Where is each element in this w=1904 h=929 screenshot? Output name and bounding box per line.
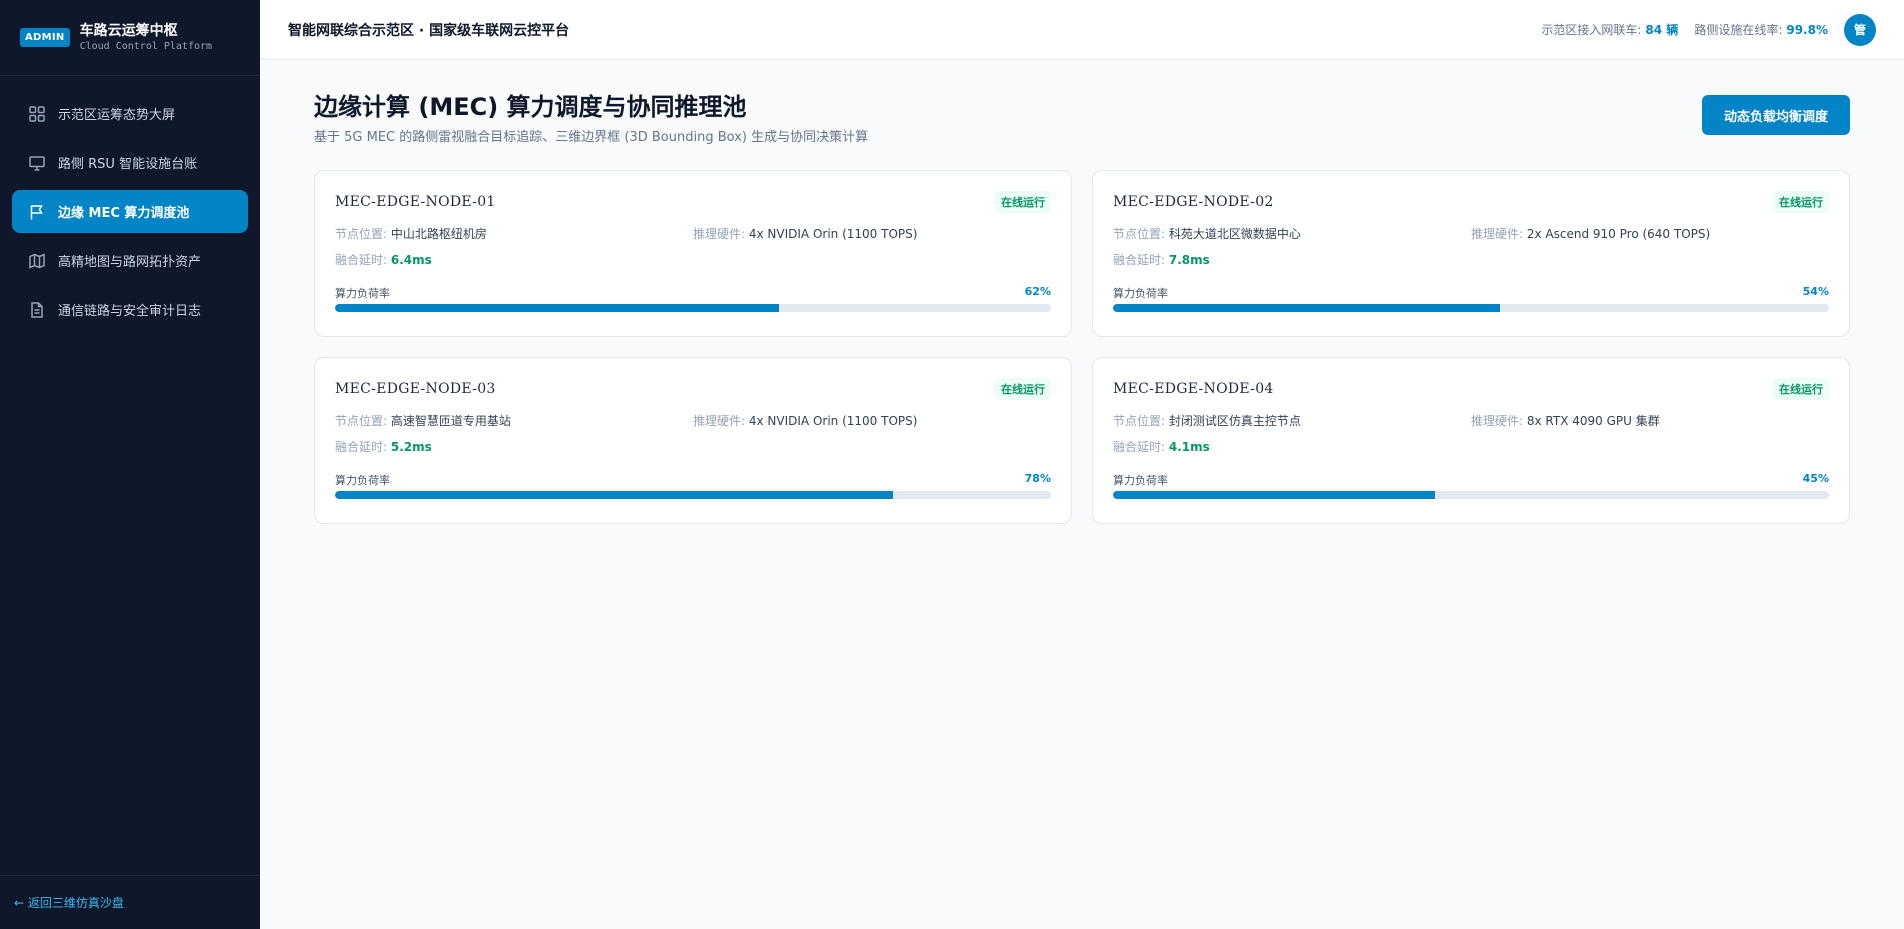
sidebar-item-label: 高精地图与路网拓扑资产: [58, 255, 202, 270]
location-label: 节点位置:: [335, 414, 388, 428]
sidebar-item-dashboard[interactable]: 示范区运筹态势大屏: [12, 92, 248, 135]
load-percent: 54%: [1802, 285, 1829, 298]
location-value: 封闭测试区仿真主控节点: [1168, 414, 1301, 428]
latency-label: 融合延时:: [1113, 253, 1166, 267]
sidebar-item-logs[interactable]: 通信链路与安全审计日志: [12, 288, 248, 331]
node-grid: MEC-EDGE-NODE-01 在线运行 节点位置: 中山北路枢纽机房 推理硬…: [314, 170, 1850, 524]
sidebar: ADMIN 车路云运筹中枢 Cloud Control Platform 示范区…: [0, 0, 260, 929]
sidebar-nav: 示范区运筹态势大屏 路侧 RSU 智能设施台账 边缘 MEC 算力调度池 高精地…: [0, 76, 260, 331]
node-id: MEC-EDGE-NODE-01: [335, 194, 496, 210]
brand: ADMIN 车路云运筹中枢 Cloud Control Platform: [0, 0, 260, 76]
brand-title: 车路云运筹中枢: [79, 23, 178, 39]
location-value: 中山北路枢纽机房: [390, 227, 487, 241]
location-value: 高速智慧匝道专用基站: [390, 414, 511, 428]
stat-value: 84 辆: [1645, 23, 1679, 37]
load-progress-fill: [1113, 304, 1500, 312]
sidebar-item-label: 示范区运筹态势大屏: [58, 108, 176, 123]
sidebar-item-map[interactable]: 高精地图与路网拓扑资产: [12, 239, 248, 282]
sidebar-item-label: 路侧 RSU 智能设施台账: [58, 157, 198, 172]
load-percent: 62%: [1024, 285, 1051, 298]
hardware-value: 4x NVIDIA Orin (1100 TOPS): [748, 227, 918, 241]
latency-label: 融合延时:: [335, 440, 388, 454]
load-label: 算力负荷率: [335, 287, 390, 300]
avatar[interactable]: 管: [1844, 13, 1876, 46]
node-card[interactable]: MEC-EDGE-NODE-04 在线运行 节点位置: 封闭测试区仿真主控节点 …: [1092, 357, 1850, 524]
location-label: 节点位置:: [1113, 227, 1166, 241]
load-label: 算力负荷率: [1113, 287, 1168, 300]
top-header: 智能网联综合示范区 · 国家级车联网云控平台 示范区接入网联车: 84 辆 路侧设…: [260, 0, 1904, 60]
latency-label: 融合延时:: [1113, 440, 1166, 454]
hardware-value: 4x NVIDIA Orin (1100 TOPS): [748, 414, 918, 428]
node-id: MEC-EDGE-NODE-02: [1113, 194, 1274, 210]
header-stats: 示范区接入网联车: 84 辆 路侧设施在线率: 99.8% 管: [1525, 13, 1876, 46]
load-progress-fill: [335, 491, 894, 499]
dynamic-load-balance-button[interactable]: 动态负载均衡调度: [1702, 95, 1850, 135]
page-header: 边缘计算 (MEC) 算力调度与协同推理池 基于 5G MEC 的路侧雷视融合目…: [314, 60, 1850, 170]
latency-label: 融合延时:: [335, 253, 388, 267]
platform-title: 智能网联综合示范区 · 国家级车联网云控平台: [288, 22, 570, 39]
node-card[interactable]: MEC-EDGE-NODE-02 在线运行 节点位置: 科苑大道北区微数据中心 …: [1092, 170, 1850, 337]
sidebar-item-label: 边缘 MEC 算力调度池: [58, 206, 190, 221]
hardware-label: 推理硬件:: [693, 414, 746, 428]
latency-value: 5.2ms: [390, 440, 432, 454]
brand-text: 车路云运筹中枢 Cloud Control Platform: [80, 22, 212, 53]
location-label: 节点位置:: [1113, 414, 1166, 428]
hardware-value: 8x RTX 4090 GPU 集群: [1526, 414, 1660, 428]
load-percent: 78%: [1024, 472, 1051, 485]
connected-vehicles-stat: 示范区接入网联车: 84 辆: [1541, 21, 1678, 38]
status-badge: 在线运行: [1773, 191, 1829, 213]
status-badge: 在线运行: [995, 191, 1051, 213]
hardware-label: 推理硬件:: [1471, 414, 1524, 428]
load-progress-bar: [1113, 491, 1829, 499]
load-progress-fill: [335, 304, 779, 312]
admin-badge: ADMIN: [20, 28, 70, 47]
main-content: 边缘计算 (MEC) 算力调度与协同推理池 基于 5G MEC 的路侧雷视融合目…: [314, 60, 1850, 524]
location-value: 科苑大道北区微数据中心: [1168, 227, 1301, 241]
monitor-icon: [28, 154, 46, 172]
sidebar-footer: ← 返回三维仿真沙盘: [0, 875, 260, 929]
load-progress-bar: [335, 491, 1051, 499]
node-id: MEC-EDGE-NODE-04: [1113, 381, 1274, 397]
load-label: 算力负荷率: [1113, 474, 1168, 487]
status-badge: 在线运行: [995, 378, 1051, 400]
load-progress-bar: [1113, 304, 1829, 312]
node-card[interactable]: MEC-EDGE-NODE-03 在线运行 节点位置: 高速智慧匝道专用基站 推…: [314, 357, 1072, 524]
hardware-label: 推理硬件:: [1471, 227, 1524, 241]
stat-value: 99.8%: [1786, 23, 1828, 37]
node-card[interactable]: MEC-EDGE-NODE-01 在线运行 节点位置: 中山北路枢纽机房 推理硬…: [314, 170, 1072, 337]
stat-label: 路侧设施在线率:: [1694, 23, 1783, 37]
stat-label: 示范区接入网联车:: [1541, 23, 1642, 37]
map-icon: [28, 252, 46, 270]
rsu-online-rate-stat: 路侧设施在线率: 99.8%: [1694, 21, 1828, 38]
latency-value: 6.4ms: [390, 253, 432, 267]
location-label: 节点位置:: [335, 227, 388, 241]
node-id: MEC-EDGE-NODE-03: [335, 381, 496, 397]
hardware-label: 推理硬件:: [693, 227, 746, 241]
page-title: 边缘计算 (MEC) 算力调度与协同推理池: [314, 93, 747, 121]
sidebar-item-label: 通信链路与安全审计日志: [58, 304, 202, 319]
sidebar-item-mec[interactable]: 边缘 MEC 算力调度池: [12, 190, 248, 233]
brand-subtitle: Cloud Control Platform: [79, 41, 213, 52]
load-progress-bar: [335, 304, 1051, 312]
flag-icon: [28, 203, 46, 221]
grid-icon: [28, 105, 46, 123]
sidebar-item-rsu[interactable]: 路侧 RSU 智能设施台账: [12, 141, 248, 184]
load-percent: 45%: [1802, 472, 1829, 485]
document-icon: [28, 301, 46, 319]
hardware-value: 2x Ascend 910 Pro (640 TOPS): [1526, 227, 1711, 241]
status-badge: 在线运行: [1773, 378, 1829, 400]
page-description: 基于 5G MEC 的路侧雷视融合目标追踪、三维边界框 (3D Bounding…: [314, 130, 869, 145]
load-label: 算力负荷率: [335, 474, 390, 487]
back-to-sandbox-link[interactable]: ← 返回三维仿真沙盘: [14, 894, 124, 911]
load-progress-fill: [1113, 491, 1436, 499]
latency-value: 4.1ms: [1168, 440, 1210, 454]
latency-value: 7.8ms: [1168, 253, 1210, 267]
